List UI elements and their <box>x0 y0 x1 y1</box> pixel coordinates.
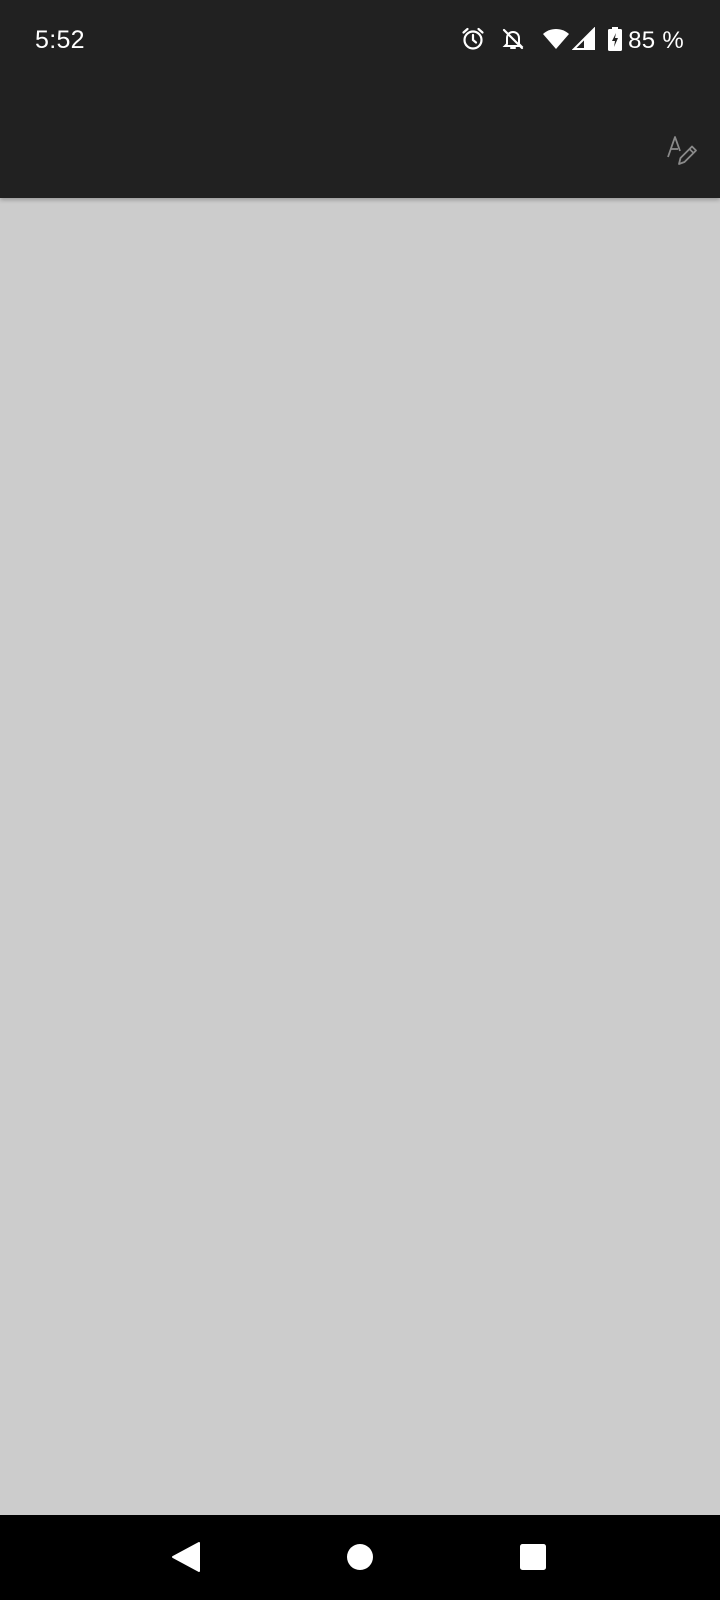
app-header: 5:52 85 % <box>0 0 720 198</box>
battery-charging-icon <box>608 26 623 56</box>
content-area <box>0 198 720 1515</box>
battery-percentage: 85 % <box>628 27 684 54</box>
recents-button[interactable] <box>513 1539 553 1579</box>
home-button[interactable] <box>340 1539 380 1579</box>
wifi-icon <box>542 27 570 56</box>
cellular-signal-icon <box>571 26 596 56</box>
status-bar: 5:52 85 % <box>0 0 720 84</box>
recents-icon <box>519 1543 547 1576</box>
text-edit-icon <box>665 133 699 172</box>
toolbar <box>0 84 720 198</box>
status-icons: 85 % <box>450 24 684 58</box>
notifications-off-icon <box>500 26 526 57</box>
status-time: 5:52 <box>35 26 85 54</box>
home-icon <box>346 1543 374 1576</box>
navigation-bar <box>0 1515 720 1600</box>
text-edit-button[interactable] <box>662 132 702 172</box>
alarm-icon <box>460 26 486 57</box>
back-icon <box>171 1541 201 1578</box>
back-button[interactable] <box>166 1539 206 1579</box>
